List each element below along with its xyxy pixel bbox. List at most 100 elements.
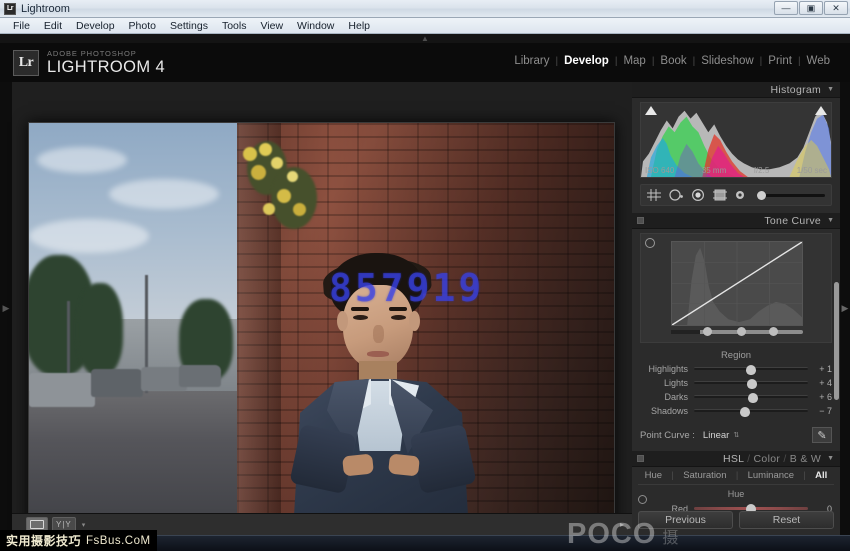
identity-title: LIGHTROOM 4 — [47, 59, 165, 76]
toolbar-more-icon[interactable]: ▸ — [620, 520, 624, 529]
minimize-button[interactable]: — — [774, 1, 798, 15]
chevron-down-icon[interactable]: ▾ — [82, 521, 86, 529]
tone-curve-split-handle[interactable] — [769, 327, 778, 336]
slider-knob[interactable] — [740, 407, 750, 417]
point-curve-value[interactable]: Linear — [703, 430, 729, 441]
tone-curve-graph[interactable] — [640, 233, 832, 343]
meta-shutter-speed: 1/50 sec — [797, 166, 827, 175]
slider-knob[interactable] — [748, 393, 758, 403]
curve-edit-icon[interactable]: ✎ — [812, 427, 832, 443]
red-eye-icon[interactable] — [691, 189, 705, 201]
chevron-down-icon[interactable]: ▼ — [827, 217, 834, 224]
histogram-panel-header[interactable]: Histogram ▼ — [632, 82, 840, 98]
fsbus-watermark-en: FsBus.CoM — [86, 535, 151, 547]
tone-curve-range-rail[interactable] — [671, 330, 803, 334]
maximize-button[interactable]: ▣ — [799, 1, 823, 15]
photo-cloud — [29, 219, 149, 253]
shadow-clipping-icon[interactable] — [645, 106, 657, 115]
histogram-graph[interactable]: ISO 640 35 mm f/2.5 1/50 sec — [640, 102, 832, 178]
tone-curve-plot[interactable] — [671, 241, 803, 326]
menu-settings[interactable]: Settings — [163, 19, 215, 33]
identity-header: Lr ADOBE PHOTOSHOP LIGHTROOM 4 Library |… — [0, 43, 850, 82]
highlights-label: Highlights — [640, 364, 694, 374]
hsl-panel-header[interactable]: HSL / Color / B & W ▼ — [632, 451, 840, 467]
graduated-filter-icon[interactable] — [713, 189, 727, 201]
previous-button[interactable]: Previous — [638, 511, 733, 529]
shadows-slider[interactable] — [694, 409, 808, 412]
red-hue-slider[interactable] — [694, 507, 808, 510]
module-web[interactable]: Web — [801, 55, 836, 67]
darks-slider[interactable] — [694, 395, 808, 398]
targeted-adjustment-icon[interactable] — [645, 238, 655, 248]
brush-size-slider[interactable] — [757, 194, 825, 197]
hsl-tab-bw[interactable]: B & W — [790, 453, 821, 465]
reset-button[interactable]: Reset — [739, 511, 834, 529]
preview-area[interactable]: 857919 POCO摄影专题 http://photo.poco.cn/ — [12, 82, 632, 535]
lights-slider[interactable] — [694, 381, 808, 384]
slider-row-highlights: Highlights + 1 — [640, 362, 832, 375]
chevron-down-icon[interactable]: ▼ — [827, 86, 834, 93]
module-slideshow[interactable]: Slideshow — [695, 55, 759, 67]
menu-window[interactable]: Window — [290, 19, 341, 33]
shadows-value[interactable]: − 7 — [808, 406, 832, 416]
menu-photo[interactable]: Photo — [122, 19, 163, 33]
slider-row-darks: Darks + 6 — [640, 390, 832, 403]
menu-help[interactable]: Help — [341, 19, 377, 33]
menu-view[interactable]: View — [253, 19, 290, 33]
crop-overlay-icon[interactable] — [647, 189, 661, 201]
tone-curve-split-handle[interactable] — [703, 327, 712, 336]
menu-tools[interactable]: Tools — [215, 19, 254, 33]
module-book[interactable]: Book — [654, 55, 692, 67]
right-panel-toggle[interactable]: ▶ — [840, 82, 850, 535]
spot-removal-icon[interactable] — [669, 189, 683, 201]
menu-file[interactable]: File — [6, 19, 37, 33]
hsl-tab-color[interactable]: Color — [754, 453, 781, 465]
lights-label: Lights — [640, 378, 694, 388]
tone-curve-split-handle[interactable] — [737, 327, 746, 336]
panel-scrollbar[interactable] — [834, 282, 839, 400]
hsl-subtab-hue[interactable]: Hue — [641, 470, 666, 481]
darks-label: Darks — [640, 392, 694, 402]
chevron-down-icon[interactable]: ▼ — [827, 455, 834, 462]
hsl-subtab-luminance[interactable]: Luminance — [744, 470, 798, 481]
top-panel-toggle[interactable]: ▲ — [0, 34, 850, 43]
lightroom-window: Lr Lightroom — ▣ ✕ File Edit Develop Pho… — [0, 0, 850, 551]
module-develop[interactable]: Develop — [558, 55, 615, 67]
content-area: ▶ — [0, 82, 850, 535]
slider-knob[interactable] — [747, 379, 757, 389]
highlights-slider[interactable] — [694, 367, 808, 370]
adjustment-brush-icon[interactable] — [735, 190, 745, 200]
tone-curve-panel-header[interactable]: Tone Curve ▼ — [632, 213, 840, 229]
menu-develop[interactable]: Develop — [69, 19, 122, 33]
hsl-subtab-all[interactable]: All — [811, 470, 831, 481]
panel-switch-icon[interactable] — [637, 217, 644, 224]
module-map[interactable]: Map — [617, 55, 651, 67]
identity-plate[interactable]: Lr ADOBE PHOTOSHOP LIGHTROOM 4 — [13, 50, 165, 76]
lights-value[interactable]: + 4 — [808, 378, 832, 388]
highlights-value[interactable]: + 1 — [808, 364, 832, 374]
photo-frame: 857919 — [28, 122, 615, 532]
menu-edit[interactable]: Edit — [37, 19, 69, 33]
brush-size-knob[interactable] — [757, 191, 766, 200]
histogram-title: Histogram — [771, 84, 822, 96]
module-picker: Library | Develop | Map | Book | Slidesh… — [508, 55, 836, 67]
hsl-subtab-saturation[interactable]: Saturation — [679, 470, 730, 481]
darks-value[interactable]: + 6 — [808, 392, 832, 402]
lightroom-app: ▲ Lr ADOBE PHOTOSHOP LIGHTROOM 4 Library… — [0, 34, 850, 535]
left-panel-toggle[interactable]: ▶ — [0, 82, 12, 535]
highlight-clipping-icon[interactable] — [815, 106, 827, 115]
hsl-tab-strip: Hue | Saturation | Luminance | All — [638, 467, 834, 485]
point-curve-row: Point Curve : Linear ⇅ ✎ — [640, 425, 832, 445]
chevron-right-icon: ▶ — [842, 303, 849, 314]
fsbus-watermark-cn: 实用摄影技巧 — [6, 532, 81, 549]
tone-curve-svg — [672, 242, 802, 325]
chevron-updown-icon[interactable]: ⇅ — [733, 431, 739, 439]
photo-flowers — [241, 141, 319, 253]
close-button[interactable]: ✕ — [824, 1, 848, 15]
module-library[interactable]: Library — [508, 55, 555, 67]
hsl-tab-hsl[interactable]: HSL — [723, 453, 744, 465]
module-print[interactable]: Print — [762, 55, 798, 67]
panel-switch-icon[interactable] — [637, 455, 644, 462]
targeted-adjustment-icon[interactable] — [638, 495, 647, 504]
slider-knob[interactable] — [746, 365, 756, 375]
